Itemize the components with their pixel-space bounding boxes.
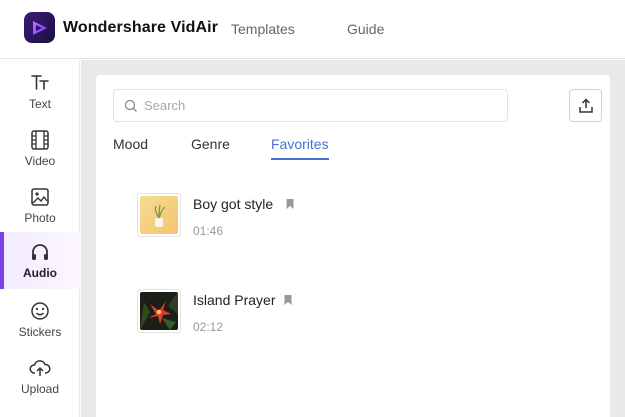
headphones-icon (32, 244, 48, 260)
sidebar-item-label: Upload (20, 382, 60, 396)
sidebar-item-label: Video (24, 154, 56, 168)
album-art-image (140, 196, 178, 234)
text-icon (31, 75, 49, 90)
sidebar-item-text[interactable]: Text (0, 63, 80, 120)
film-icon (31, 130, 49, 150)
sidebar-item-audio[interactable]: Audio (0, 232, 80, 289)
track-item[interactable]: Island Prayer 02:12 (137, 289, 557, 337)
active-indicator (0, 232, 4, 289)
sidebar-item-label: Audio (23, 266, 57, 280)
app-name: Wondershare VidAir (63, 19, 219, 36)
sidebar-item-upload[interactable]: Upload (0, 348, 80, 405)
bookmark-icon[interactable] (285, 198, 295, 210)
track-duration: 01:46 (193, 224, 224, 238)
vidair-logo-icon[interactable] (24, 12, 55, 43)
nav-guide-link[interactable]: Guide (347, 21, 384, 37)
track-duration: 02:12 (193, 320, 224, 334)
tab-mood[interactable]: Mood (113, 136, 148, 158)
album-art-image (140, 292, 178, 330)
track-thumbnail[interactable] (137, 289, 181, 333)
image-icon (31, 188, 49, 206)
track-title: Boy got style (193, 196, 274, 212)
search-icon (124, 99, 137, 112)
track-title: Island Prayer (193, 292, 276, 308)
tab-favorites[interactable]: Favorites (271, 136, 329, 160)
search-input[interactable] (144, 98, 484, 113)
track-thumbnail[interactable] (137, 193, 181, 237)
search-box[interactable] (113, 89, 508, 122)
audio-panel (96, 75, 610, 417)
bookmark-icon[interactable] (283, 294, 293, 306)
sidebar: Text Video Photo Audio Stickers Upload (0, 60, 80, 417)
upload-button[interactable] (569, 89, 602, 122)
sidebar-item-label: Photo (24, 211, 56, 225)
sidebar-item-label: Text (28, 97, 51, 111)
upload-icon (578, 97, 593, 113)
top-bar: Wondershare VidAir Templates Guide (0, 0, 625, 59)
sidebar-item-stickers[interactable]: Stickers (0, 291, 80, 348)
smiley-icon (31, 302, 49, 320)
cloud-upload-icon (29, 360, 51, 376)
sidebar-item-photo[interactable]: Photo (0, 177, 80, 234)
tab-genre[interactable]: Genre (191, 136, 230, 158)
sidebar-item-label: Stickers (18, 325, 62, 339)
nav-templates-link[interactable]: Templates (231, 21, 295, 37)
track-item[interactable]: Boy got style 01:46 (137, 193, 557, 241)
sidebar-item-video[interactable]: Video (0, 120, 80, 177)
